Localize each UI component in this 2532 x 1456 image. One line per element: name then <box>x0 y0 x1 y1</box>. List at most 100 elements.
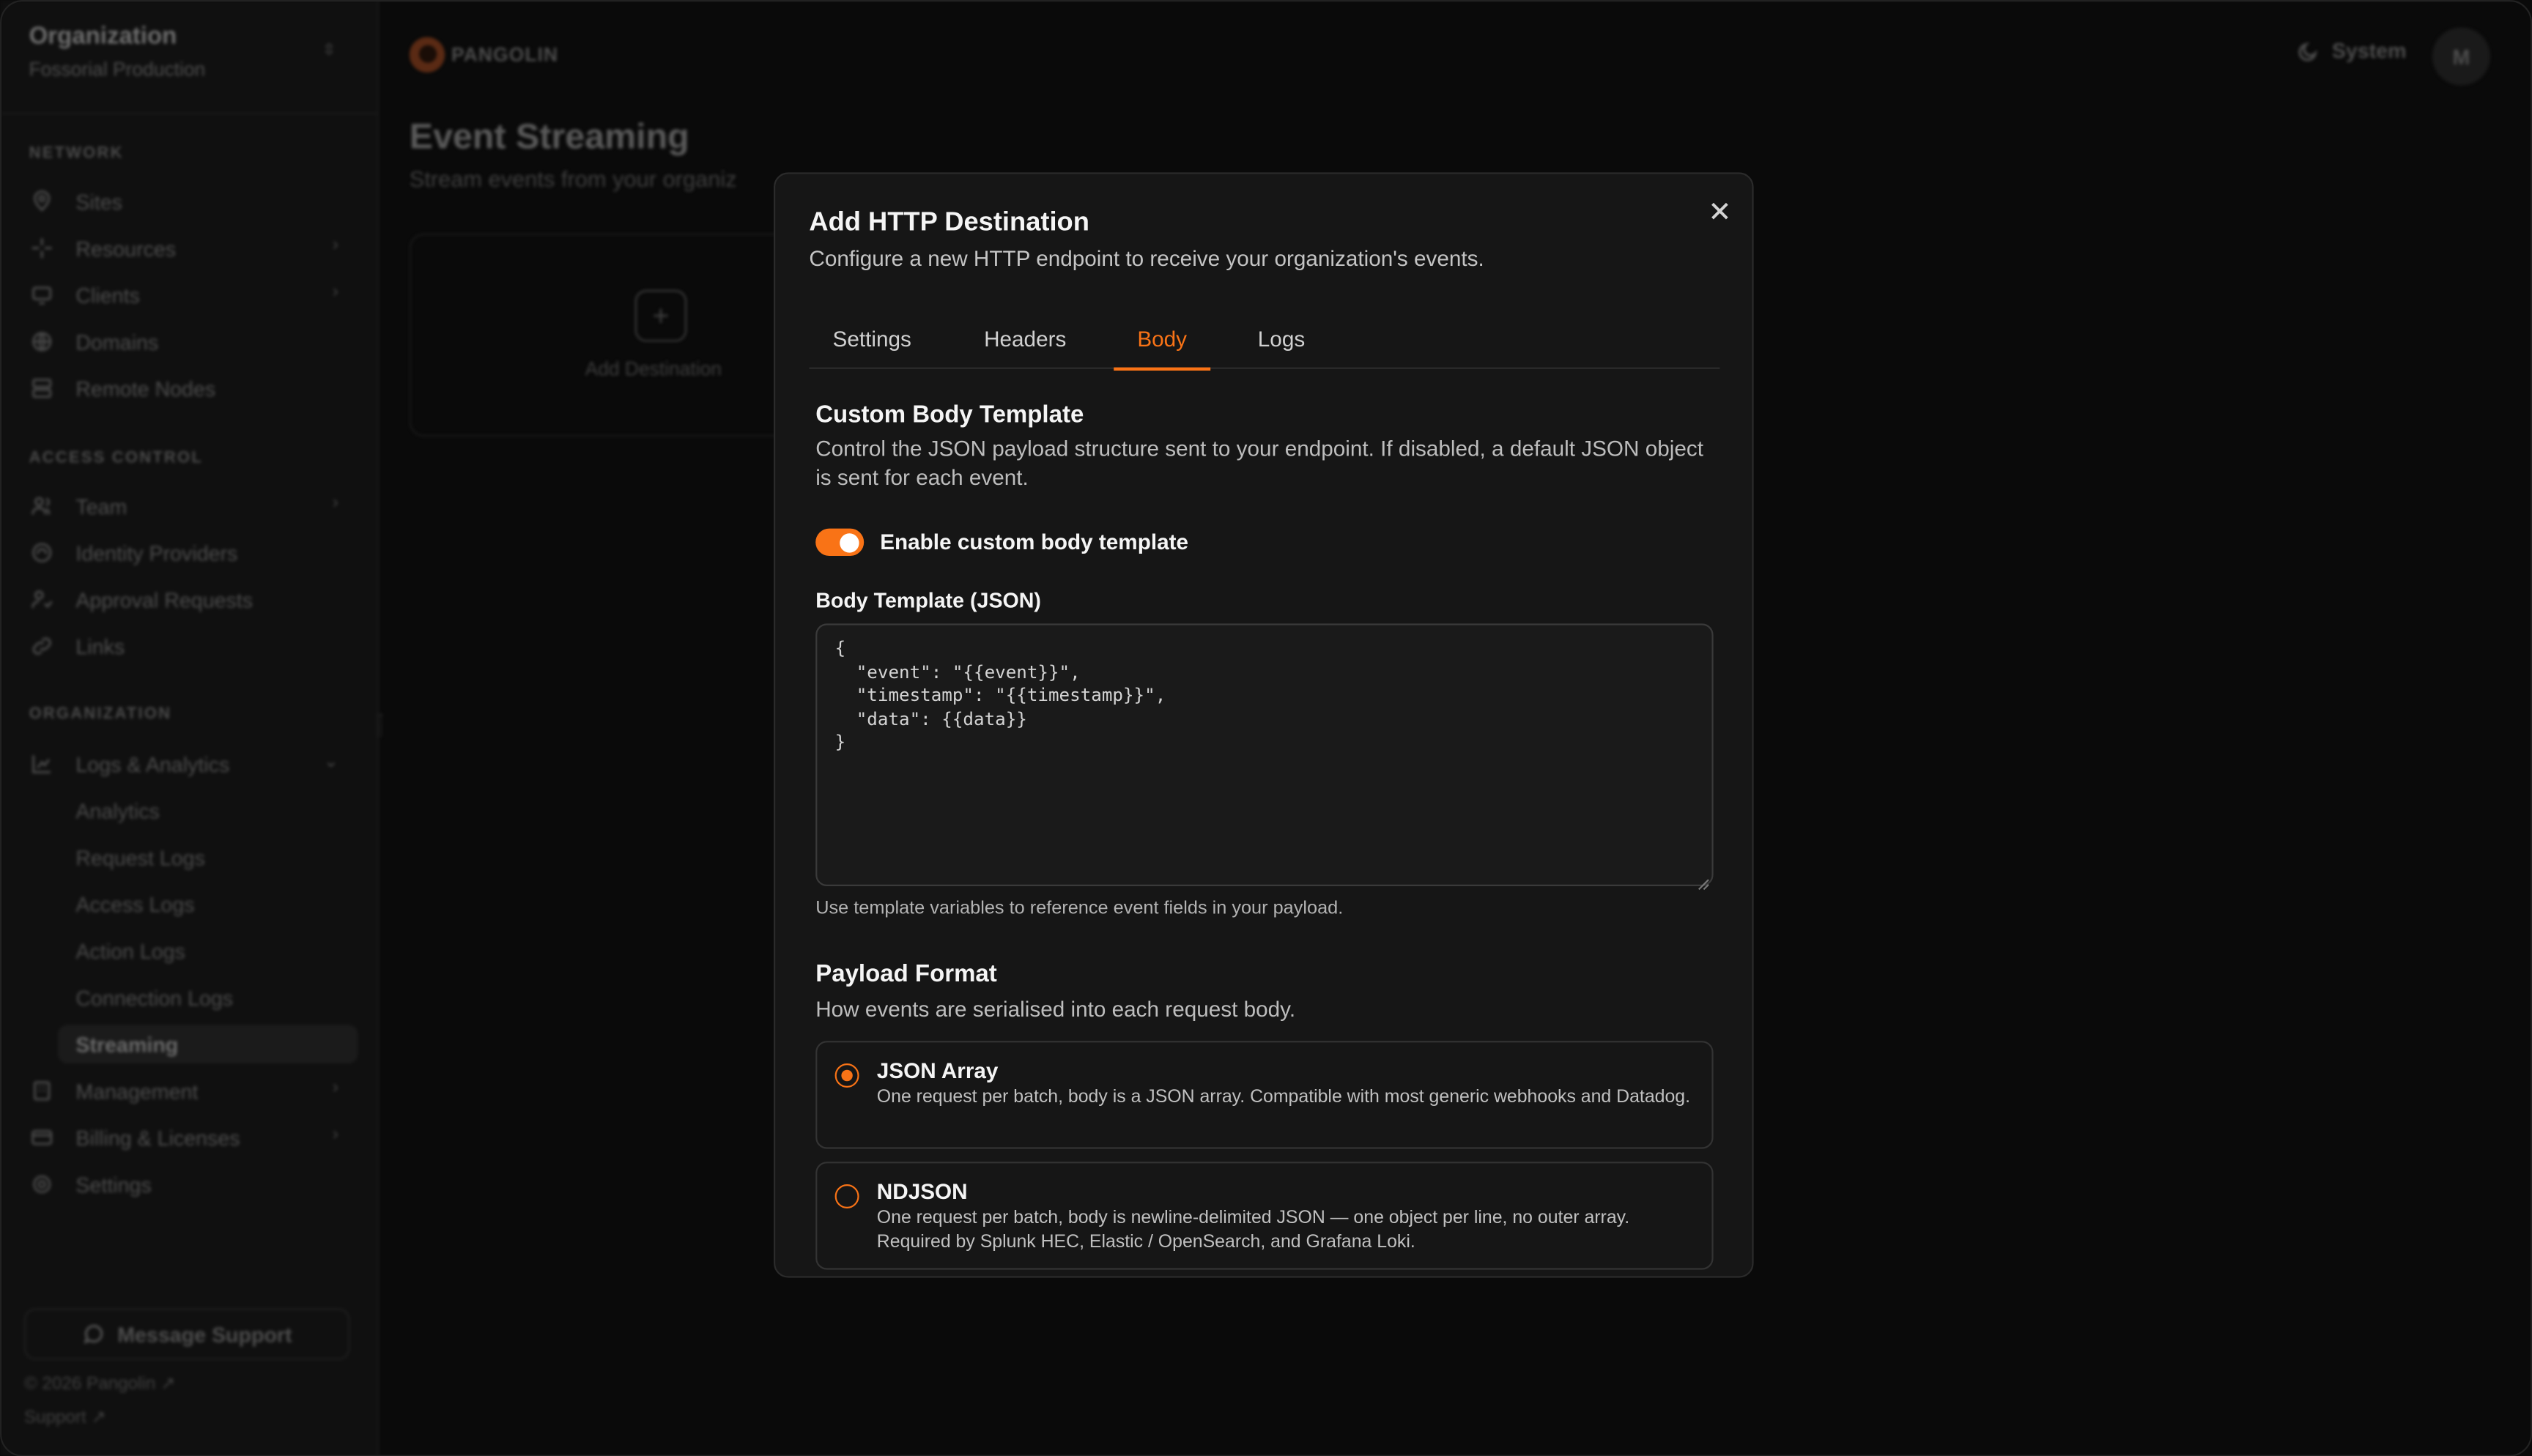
page-title: Event Streaming <box>409 116 689 157</box>
add-destination-label: Add Destination <box>585 357 722 381</box>
sidebar-resize-handle[interactable] <box>377 713 382 737</box>
support-button-label: Message Support <box>117 1322 292 1347</box>
radio-option-title: NDJSON <box>876 1179 968 1204</box>
sparkle-icon <box>29 235 55 261</box>
sidebar-item-links[interactable]: Links <box>29 627 345 666</box>
org-title: Organization <box>29 22 177 51</box>
sidebar-subitem-access-logs[interactable]: Access Logs <box>75 885 349 924</box>
section-label-organization: ORGANIZATION <box>29 705 172 724</box>
resize-grip-icon[interactable] <box>1698 870 1711 891</box>
custom-body-toggle-label[interactable]: Enable custom body template <box>880 530 1188 554</box>
sidebar-item-label: Approval Requests <box>75 587 253 612</box>
body-template-label: Body Template (JSON) <box>815 588 1041 612</box>
sidebar-item-domains[interactable]: Domains <box>29 322 345 361</box>
sidebar-subitem-connection-logs[interactable]: Connection Logs <box>75 978 349 1017</box>
sidebar-item-label: Domains <box>75 329 159 354</box>
moon-icon <box>2298 41 2317 61</box>
dialog-tabs: Settings Headers Body Logs <box>809 316 1720 371</box>
theme-toggle[interactable]: System <box>2296 39 2407 63</box>
body-template-textarea[interactable]: { "event": "{{event}}", "timestamp": "{{… <box>815 623 1714 886</box>
section-label-network: NETWORK <box>29 145 124 163</box>
avatar[interactable]: M <box>2432 27 2490 86</box>
sidebar-item-label: Billing & Licenses <box>75 1125 240 1150</box>
tab-settings[interactable]: Settings <box>809 316 935 369</box>
page-subtitle: Stream events from your organiz <box>409 166 737 192</box>
sidebar-item-billing[interactable]: Billing & Licenses › <box>29 1118 345 1157</box>
add-destination-card[interactable]: + Add Destination <box>409 234 829 437</box>
radio-option-description: One request per batch, body is a JSON ar… <box>876 1088 1691 1107</box>
plus-icon: + <box>634 290 687 342</box>
copyright-link[interactable]: © 2026 Pangolin ↗ <box>24 1373 175 1394</box>
building-icon <box>29 1078 55 1104</box>
sidebar-subitem-request-logs[interactable]: Request Logs <box>75 838 349 877</box>
sidebar-item-label: Settings <box>75 1172 152 1197</box>
credit-card-icon <box>29 1125 55 1151</box>
custom-body-toggle[interactable] <box>815 528 865 556</box>
sidebar-item-settings[interactable]: Settings <box>29 1165 345 1204</box>
users-icon <box>29 493 55 519</box>
globe-icon <box>29 329 55 354</box>
custom-body-title: Custom Body Template <box>815 401 1084 429</box>
org-switcher[interactable]: Organization Fossorial Production <box>29 23 206 81</box>
sidebar-item-label: Management <box>75 1078 199 1103</box>
chevron-right-icon: › <box>332 493 338 513</box>
user-check-icon <box>29 587 55 612</box>
sidebar-item-clients[interactable]: Clients › <box>29 275 345 314</box>
copyright-text: © 2026 Pangolin <box>24 1374 156 1394</box>
chevron-down-icon: ⌄ <box>323 752 338 772</box>
chevron-up-down-icon[interactable]: ⇳ <box>322 42 336 59</box>
external-link-icon: ↗ <box>91 1408 106 1428</box>
sidebar-item-label: Clients <box>75 283 140 308</box>
tab-body[interactable]: Body <box>1114 316 1211 371</box>
section-label-access-control: ACCESS CONTROL <box>29 449 203 467</box>
server-icon <box>29 376 55 401</box>
sidebar-subitem-action-logs[interactable]: Action Logs <box>75 932 349 970</box>
tab-logs[interactable]: Logs <box>1234 316 1328 369</box>
chart-icon <box>29 751 55 776</box>
message-circle-icon <box>83 1324 103 1344</box>
gear-icon <box>29 1171 55 1197</box>
sidebar-item-management[interactable]: Management › <box>29 1071 345 1110</box>
pangolin-logo-icon <box>409 37 445 73</box>
org-name: Fossorial Production <box>29 58 206 81</box>
sidebar-item-logs-analytics[interactable]: Logs & Analytics ⌄ <box>29 744 345 783</box>
sidebar-item-label: Logs & Analytics <box>75 751 230 776</box>
radio-option-json-array[interactable]: JSON Array One request per batch, body i… <box>815 1041 1714 1149</box>
chevron-right-icon: › <box>332 1077 338 1098</box>
close-button[interactable] <box>1706 196 1735 226</box>
payload-format-description: How events are serialised into each requ… <box>815 997 1296 1022</box>
brand-logo[interactable]: PANGOLIN <box>409 37 558 73</box>
sidebar: Organization Fossorial Production ⇳ NETW… <box>0 0 379 1456</box>
sidebar-item-label: Identity Providers <box>75 541 238 565</box>
sidebar-item-sites[interactable]: Sites <box>29 182 345 221</box>
support-link[interactable]: Support ↗ <box>24 1407 106 1428</box>
sidebar-item-remote-nodes[interactable]: Remote Nodes <box>29 369 345 408</box>
radio-option-description: One request per batch, body is newline-d… <box>876 1208 1630 1252</box>
sidebar-item-team[interactable]: Team › <box>29 486 345 525</box>
close-icon <box>1711 202 1728 220</box>
radio-button-checked[interactable] <box>834 1063 859 1088</box>
message-support-button[interactable]: Message Support <box>24 1308 350 1360</box>
payload-format-title: Payload Format <box>815 960 997 988</box>
radio-button[interactable] <box>834 1184 859 1208</box>
monitor-icon <box>29 282 55 308</box>
tab-headers[interactable]: Headers <box>960 316 1089 369</box>
sidebar-item-identity-providers[interactable]: Identity Providers <box>29 533 345 572</box>
link-icon <box>29 634 55 659</box>
app-window: Organization Fossorial Production ⇳ NETW… <box>0 0 2532 1456</box>
add-http-destination-dialog: Add HTTP Destination Configure a new HTT… <box>774 172 1754 1278</box>
dialog-title: Add HTTP Destination <box>809 207 1089 237</box>
map-pin-icon <box>29 188 55 214</box>
sidebar-item-label: Sites <box>75 189 122 214</box>
sidebar-item-approval-requests[interactable]: Approval Requests <box>29 580 345 619</box>
divider <box>0 113 379 115</box>
sidebar-item-resources[interactable]: Resources › <box>29 229 345 267</box>
sidebar-subitem-analytics[interactable]: Analytics <box>75 791 349 830</box>
external-link-icon: ↗ <box>160 1374 176 1394</box>
sidebar-subitem-streaming[interactable]: Streaming <box>58 1025 358 1063</box>
sidebar-item-label: Links <box>75 634 125 658</box>
dialog-subtitle: Configure a new HTTP endpoint to receive… <box>809 246 1484 271</box>
radio-option-title: JSON Array <box>876 1058 999 1083</box>
chevron-right-icon: › <box>332 282 338 302</box>
radio-option-ndjson[interactable]: NDJSON One request per batch, body is ne… <box>815 1162 1714 1270</box>
